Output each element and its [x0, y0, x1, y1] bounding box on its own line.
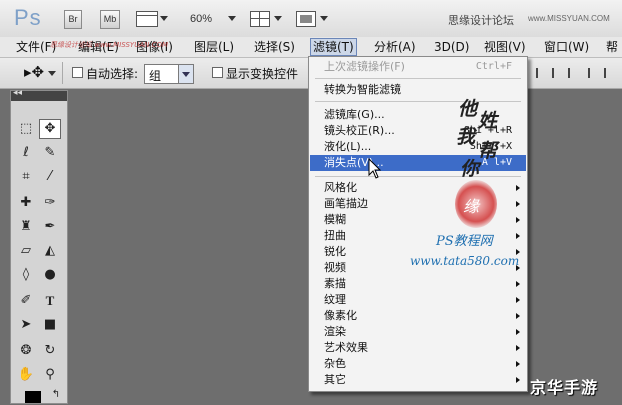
crop-tool-icon[interactable]: ⌗ [15, 167, 37, 187]
menu-help[interactable]: 帮 [604, 39, 620, 55]
submenu-arrow-icon [516, 185, 520, 191]
show-transform-label: 显示变换控件 [226, 67, 299, 81]
blur-tool-icon[interactable]: ◊ [15, 265, 37, 285]
submenu-other[interactable]: 其它 [310, 372, 526, 388]
photoshop-logo: Ps [14, 5, 42, 30]
align-icon[interactable] [536, 68, 548, 78]
chevron-down-icon[interactable] [48, 71, 56, 76]
handwriting-char: 他 [458, 98, 478, 120]
pen-tool-icon[interactable]: ✐ [15, 291, 37, 311]
chevron-down-icon[interactable] [228, 16, 236, 21]
auto-select-value: 组 [149, 69, 162, 83]
chevron-down-icon[interactable] [178, 65, 193, 83]
screen-mode-icon[interactable] [296, 11, 316, 27]
paint-bucket-tool-icon[interactable]: ◭ [39, 241, 61, 261]
submenu-noise[interactable]: 杂色 [310, 356, 526, 372]
menu-item-convert-smart-filters[interactable]: 转换为智能滤镜 [310, 82, 526, 98]
tools-panel-header[interactable]: ◂◂ [11, 88, 67, 101]
tools-panel: ◂◂ ⬚ ✥ ℓ ✎ ⌗ ⁄ ✚ ✑ ♜ ✒ ▱ ◭ ◊ ● ✐ T ➤ ■ ❂… [10, 88, 68, 405]
submenu-pixelate[interactable]: 像素化 [310, 308, 526, 324]
type-tool-icon[interactable]: T [39, 291, 61, 311]
zoom-tool-icon[interactable]: ⚲ [39, 365, 61, 385]
menu-separator [315, 101, 521, 102]
watermark-text: 思缘设计论坛 www.MISSYUAN.COM [50, 41, 169, 49]
distribute-icon[interactable] [588, 68, 600, 78]
menu-separator [315, 176, 521, 177]
application-bar: Ps Br Mb 60% 思缘设计论坛 www.MISSYUAN.COM [0, 0, 622, 38]
menu-window[interactable]: 窗口(W) [542, 39, 591, 55]
eyedropper-tool-icon[interactable]: ⁄ [39, 167, 61, 187]
red-seal-stamp: 缘 [455, 180, 497, 228]
corner-watermark: 京华手游 [530, 378, 599, 397]
submenu-sketch[interactable]: 素描 [310, 276, 526, 292]
submenu-render[interactable]: 渲染 [310, 324, 526, 340]
lasso-tool-icon[interactable]: ℓ [15, 143, 37, 163]
marquee-tool-icon[interactable]: ⬚ [15, 119, 37, 139]
path-selection-tool-icon[interactable]: ➤ [15, 315, 37, 335]
minibridge-button[interactable]: Mb [100, 10, 120, 29]
menu-filter[interactable]: 滤镜(T) [310, 38, 357, 56]
menu-3d[interactable]: 3D(D) [432, 39, 471, 55]
clone-stamp-tool-icon[interactable]: ♜ [15, 217, 37, 237]
submenu-arrow-icon [516, 217, 520, 223]
chevron-down-icon[interactable] [274, 16, 282, 21]
submenu-artistic[interactable]: 艺术效果 [310, 340, 526, 356]
handwriting-char: 你 [460, 158, 480, 180]
eraser-tool-icon[interactable]: ▱ [15, 241, 37, 261]
arrange-documents-icon[interactable] [250, 11, 270, 27]
auto-select-dropdown[interactable]: 组 [144, 64, 194, 84]
site-url-watermark: www.tata580.com [410, 254, 520, 268]
swap-colors-icon[interactable]: ↰ [45, 385, 67, 405]
brand-text: 思缘设计论坛 [448, 14, 514, 27]
menu-item-last-filter[interactable]: 上次滤镜操作(F) Ctrl+F [310, 59, 526, 75]
submenu-arrow-icon [516, 313, 520, 319]
dodge-tool-icon[interactable]: ● [39, 265, 61, 285]
submenu-arrow-icon [516, 345, 520, 351]
show-transform-checkbox[interactable] [212, 67, 223, 78]
submenu-texture[interactable]: 纹理 [310, 292, 526, 308]
3d-rotate-tool-icon[interactable]: ❂ [15, 341, 37, 361]
menu-analysis[interactable]: 分析(A) [372, 39, 418, 55]
handwriting-char: 我 [456, 126, 476, 148]
foreground-color-swatch[interactable] [25, 391, 41, 403]
submenu-arrow-icon [516, 233, 520, 239]
align-icon[interactable] [552, 68, 564, 78]
handwriting-char: 姓 [478, 110, 498, 132]
move-tool-icon[interactable]: ▸✥ [24, 63, 44, 81]
mouse-pointer-icon [368, 158, 382, 179]
3d-orbit-tool-icon[interactable]: ↻ [39, 341, 61, 361]
menu-view[interactable]: 视图(V) [482, 39, 528, 55]
site-name-watermark: PS教程网 [436, 234, 493, 249]
align-icon[interactable] [568, 68, 580, 78]
view-extras-icon[interactable] [136, 11, 158, 27]
chevron-down-icon[interactable] [320, 16, 328, 21]
submenu-arrow-icon [516, 201, 520, 207]
menu-layer[interactable]: 图层(L) [192, 39, 236, 55]
healing-brush-tool-icon[interactable]: ✚ [15, 193, 37, 213]
divider [62, 62, 63, 84]
handwriting-char: 帮 [478, 140, 498, 162]
submenu-arrow-icon [516, 377, 520, 383]
brand-url: www.MISSYUAN.COM [528, 14, 610, 23]
history-brush-tool-icon[interactable]: ✒ [39, 217, 61, 237]
submenu-arrow-icon [516, 329, 520, 335]
collapse-icon[interactable]: ◂◂ [13, 88, 22, 98]
submenu-arrow-icon [516, 297, 520, 303]
hand-tool-icon[interactable]: ✋ [15, 365, 37, 385]
submenu-arrow-icon [516, 361, 520, 367]
auto-select-label: 自动选择: [86, 67, 139, 81]
brush-tool-icon[interactable]: ✑ [39, 193, 61, 213]
menu-separator [315, 78, 521, 79]
bridge-button[interactable]: Br [64, 10, 82, 29]
menu-select[interactable]: 选择(S) [252, 39, 297, 55]
auto-select-checkbox[interactable] [72, 67, 83, 78]
distribute-icon[interactable] [604, 68, 616, 78]
zoom-level[interactable]: 60% [190, 13, 212, 25]
quick-select-tool-icon[interactable]: ✎ [39, 143, 61, 163]
chevron-down-icon[interactable] [160, 16, 168, 21]
rectangle-tool-icon[interactable]: ■ [39, 315, 61, 335]
move-tool-icon[interactable]: ✥ [39, 119, 61, 139]
submenu-arrow-icon [516, 281, 520, 287]
submenu-distort[interactable]: 扭曲 [310, 228, 526, 244]
